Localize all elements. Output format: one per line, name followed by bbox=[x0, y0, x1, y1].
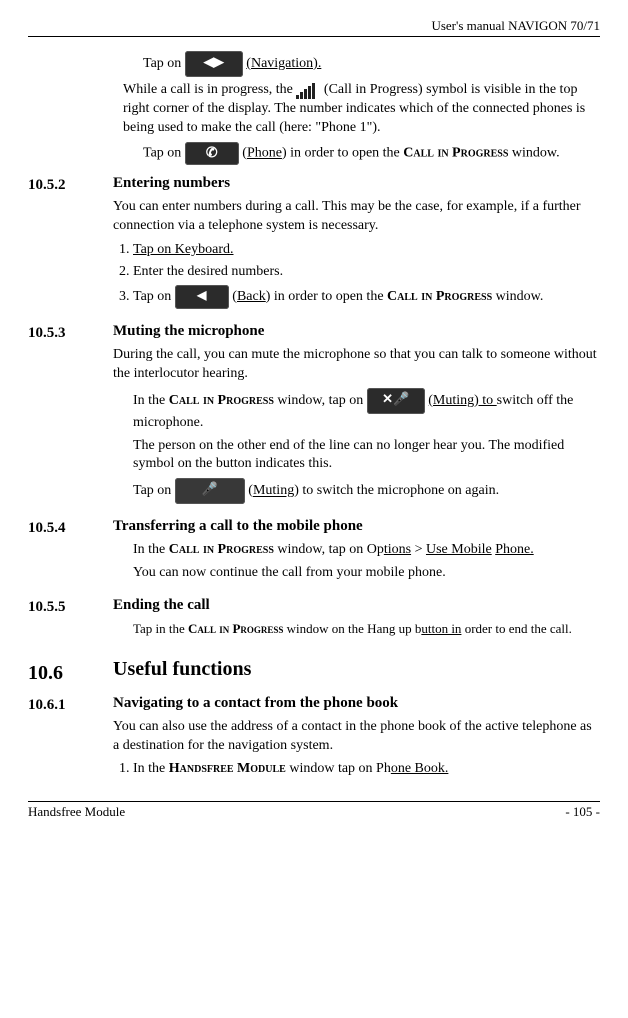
section-number: 10.5.3 bbox=[28, 323, 113, 508]
section-10-6-1: 10.6.1 Navigating to a contact from the … bbox=[28, 695, 600, 783]
transfer-step: In the Call in Progress window, tap on O… bbox=[133, 541, 600, 560]
section-title: Useful functions bbox=[113, 658, 600, 681]
step-1: Tap on Keyboard. bbox=[133, 240, 600, 260]
section-intro: You can enter numbers during a call. Thi… bbox=[113, 198, 600, 236]
footer-page-number: - 105 - bbox=[565, 804, 600, 820]
text: Tap on bbox=[143, 56, 185, 71]
text: window. bbox=[512, 146, 560, 161]
section-title: Muting the microphone bbox=[113, 323, 600, 340]
mute-step-2: Tap on 🎤 (Muting) to switch the micropho… bbox=[133, 478, 600, 504]
section-10-5-3: 10.5.3 Muting the microphone During the … bbox=[28, 323, 600, 508]
text: Tap on bbox=[143, 146, 185, 161]
section-title: Navigating to a contact from the phone b… bbox=[113, 695, 600, 712]
step-1: In the Handsfree Module window tap on Ph… bbox=[133, 759, 600, 779]
text: While a call is in progress, the bbox=[123, 82, 296, 97]
section-number: 10.6 bbox=[28, 658, 113, 685]
window-name: Call in Progress bbox=[403, 146, 508, 161]
mute-step-1: In the Call in Progress window, tap on ✕… bbox=[133, 388, 600, 433]
section-title: Transferring a call to the mobile phone bbox=[113, 518, 600, 535]
section-number: 10.5.5 bbox=[28, 597, 113, 642]
mute-note: The person on the other end of the line … bbox=[133, 437, 600, 475]
unmute-icon: 🎤 bbox=[175, 478, 245, 504]
call-progress-desc: While a call is in progress, the (Call i… bbox=[123, 81, 600, 138]
signal-icon bbox=[296, 81, 320, 99]
transfer-note: You can now continue the call from your … bbox=[133, 564, 600, 583]
back-icon: ◀ bbox=[175, 285, 229, 309]
section-10-5-5: 10.5.5 Ending the call Tap in the Call i… bbox=[28, 597, 600, 642]
section-number: 10.5.2 bbox=[28, 175, 113, 313]
tap-navigation-line: Tap on ◀▶ (Navigation). bbox=[143, 51, 600, 77]
steps-list: In the Handsfree Module window tap on Ph… bbox=[113, 759, 600, 779]
tap-phone-line: Tap on ✆ (Phone) in order to open the Ca… bbox=[143, 142, 600, 165]
section-title: Ending the call bbox=[113, 597, 600, 614]
page-header: User's manual NAVIGON 70/71 bbox=[28, 18, 600, 37]
text: (Phone) in order to open the bbox=[242, 146, 403, 161]
section-10-5-4: 10.5.4 Transferring a call to the mobile… bbox=[28, 518, 600, 587]
step-3: Tap on ◀ (Back) in order to open the Cal… bbox=[133, 285, 600, 309]
section-number: 10.5.4 bbox=[28, 518, 113, 587]
section-10-6: 10.6 Useful functions bbox=[28, 658, 600, 685]
page-footer: Handsfree Module - 105 - bbox=[28, 801, 600, 820]
navigation-icon: ◀▶ bbox=[185, 51, 243, 77]
section-number: 10.6.1 bbox=[28, 695, 113, 783]
navigation-link: (Navigation). bbox=[246, 56, 321, 71]
section-intro: During the call, you can mute the microp… bbox=[113, 346, 600, 384]
section-title: Entering numbers bbox=[113, 175, 600, 192]
section-intro: You can also use the address of a contac… bbox=[113, 718, 600, 756]
steps-list: Tap on Keyboard. Enter the desired numbe… bbox=[113, 240, 600, 309]
section-10-5-2: 10.5.2 Entering numbers You can enter nu… bbox=[28, 175, 600, 313]
phone-icon: ✆ bbox=[185, 142, 239, 165]
step-2: Enter the desired numbers. bbox=[133, 262, 600, 282]
muting-icon: ✕🎤 bbox=[367, 388, 425, 414]
end-call-step: Tap in the Call in Progress window on th… bbox=[133, 620, 600, 638]
footer-left: Handsfree Module bbox=[28, 804, 125, 820]
page-content: Tap on ◀▶ (Navigation). While a call is … bbox=[28, 51, 600, 783]
